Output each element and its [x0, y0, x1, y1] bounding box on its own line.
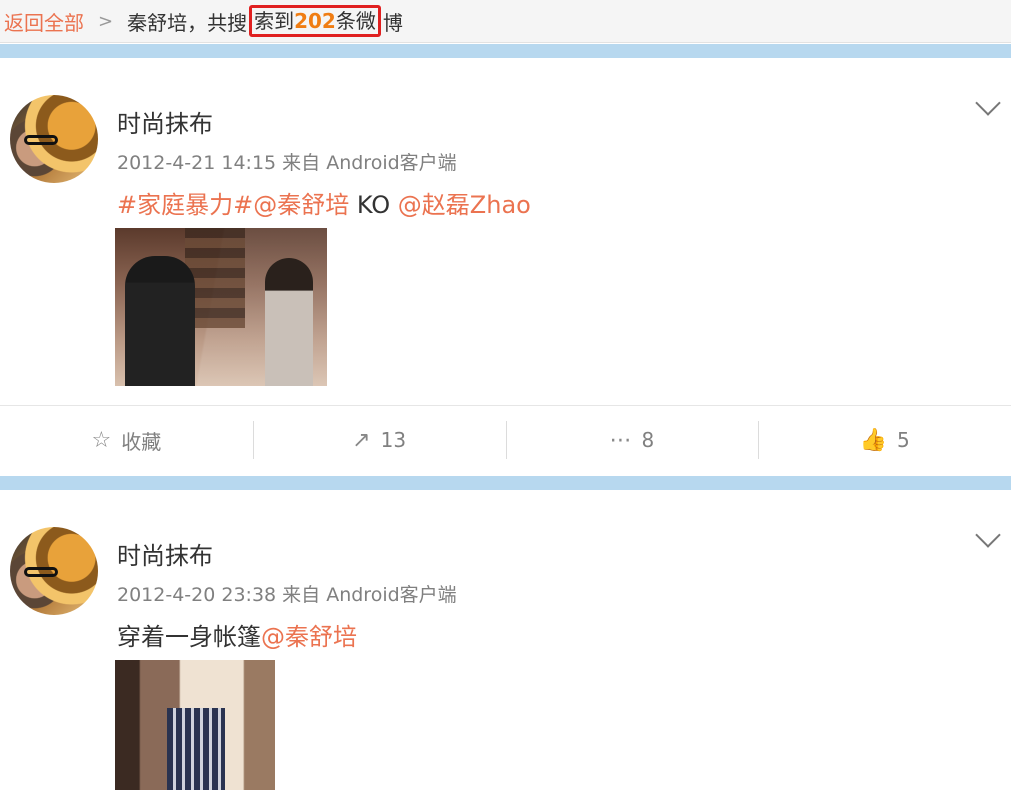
feed-separator	[0, 476, 1011, 490]
repost-button[interactable]: ↗ 13	[252, 421, 506, 459]
image-figure-right	[265, 258, 313, 386]
avatar-glasses	[24, 567, 58, 577]
comment-bubble-icon: ⋯	[609, 427, 632, 453]
favorite-label: 收藏	[121, 429, 162, 454]
favorite-button[interactable]: ☆ 收藏	[0, 421, 253, 459]
result-text-3: 博	[382, 10, 403, 35]
avatar-glasses	[24, 135, 58, 145]
chevron-down-icon[interactable]	[975, 522, 1001, 548]
mention-link[interactable]: @秦舒培	[253, 191, 349, 219]
post-content: #家庭暴力#@秦舒培 KO @赵磊Zhao	[117, 185, 531, 220]
weibo-post: 时尚抹布 2012-4-21 14:15 来自 Android客户端 #家庭暴力…	[0, 58, 1011, 474]
weibo-post: 时尚抹布 2012-4-20 23:38 来自 Android客户端 穿着一身帐…	[0, 490, 1011, 790]
like-count: 5	[896, 428, 910, 452]
back-to-all-link[interactable]: 返回全部	[4, 7, 84, 36]
image-figure-left	[125, 256, 195, 386]
star-outline-icon: ☆	[91, 427, 112, 453]
avatar[interactable]	[10, 95, 98, 183]
post-username[interactable]: 时尚抹布	[117, 536, 213, 571]
result-count-highlight: 索到202条微	[249, 5, 381, 37]
post-content: 穿着一身帐篷@秦舒培	[117, 617, 357, 652]
post-timestamp[interactable]: 2012-4-21 14:15	[117, 152, 276, 174]
feed-separator	[0, 44, 1011, 58]
post-source: 来自 Android客户端	[282, 584, 457, 606]
post-source: 来自 Android客户端	[282, 152, 457, 174]
post-text: KO	[349, 191, 398, 219]
chevron-down-icon[interactable]	[975, 90, 1001, 116]
image-figure-shirt	[167, 708, 225, 790]
repost-count: 13	[380, 428, 407, 452]
chevron-right-icon: >	[98, 10, 114, 32]
hashtag-link[interactable]: #家庭暴力#	[117, 191, 253, 219]
post-text: 穿着一身帐篷	[117, 623, 261, 651]
post-timestamp[interactable]: 2012-4-20 23:38	[117, 584, 276, 606]
comment-count: 8	[641, 428, 655, 452]
search-breadcrumb-bar: 返回全部 > 秦舒培，共搜 索到202条微博	[0, 0, 1011, 43]
mention-link[interactable]: @秦舒培	[261, 623, 357, 651]
share-arrow-icon: ↗	[352, 427, 371, 453]
result-count: 202	[294, 9, 336, 33]
result-text-2: 条微	[335, 9, 376, 33]
result-text-1: 索到	[254, 9, 295, 33]
comment-button[interactable]: ⋯ 8	[505, 421, 759, 459]
post-image-thumbnail[interactable]	[115, 660, 275, 790]
post-action-bar: ☆ 收藏 ↗ 13 ⋯ 8 👍 5	[0, 405, 1011, 474]
post-image-thumbnail[interactable]	[115, 228, 327, 386]
search-query-text: 秦舒培，共搜	[127, 10, 248, 35]
avatar[interactable]	[10, 527, 98, 615]
like-button[interactable]: 👍 5	[758, 421, 1011, 459]
post-username[interactable]: 时尚抹布	[117, 104, 213, 139]
thumbs-up-icon: 👍	[859, 427, 887, 453]
mention-link[interactable]: @赵磊Zhao	[398, 191, 531, 219]
